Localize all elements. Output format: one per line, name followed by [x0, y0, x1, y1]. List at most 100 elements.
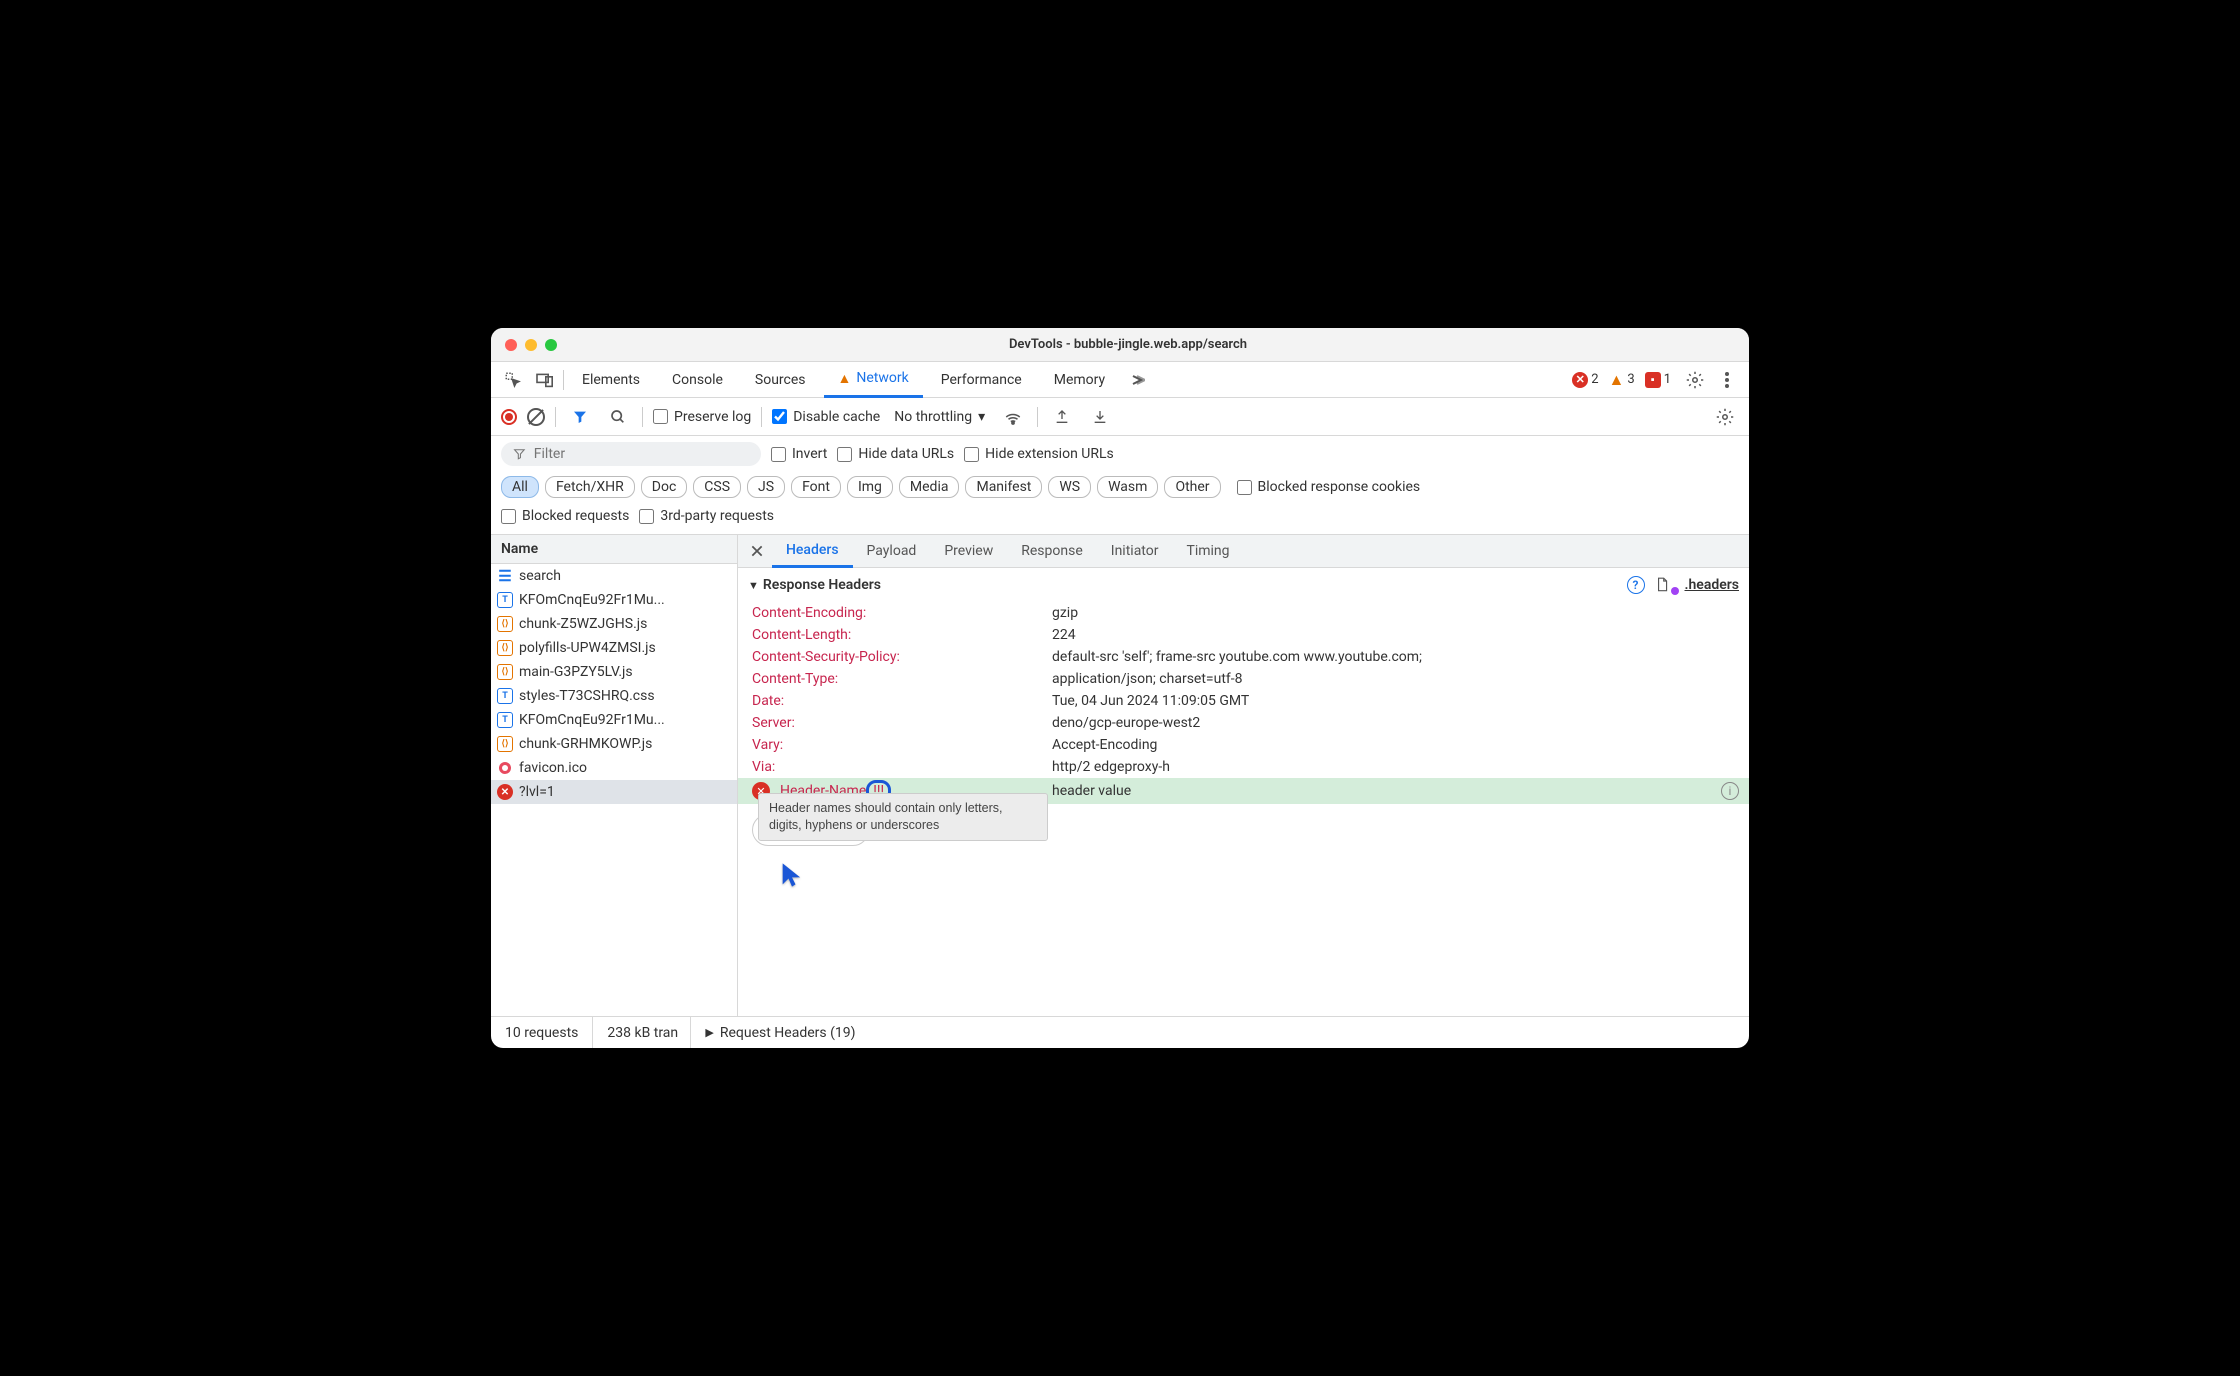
request-item[interactable]: ☰search — [491, 564, 737, 588]
network-toolbar: Preserve log Disable cache No throttling… — [491, 398, 1749, 436]
chevron-down-icon: ▾ — [978, 409, 985, 425]
third-party-checkbox[interactable]: 3rd-party requests — [639, 508, 774, 524]
record-button[interactable] — [501, 409, 517, 425]
filter-type-media[interactable]: Media — [899, 476, 960, 498]
issue-icon: ▪ — [1645, 372, 1661, 388]
error-icon: ✕ — [1572, 372, 1588, 388]
header-row: Server:deno/gcp-europe-west2 — [738, 712, 1749, 734]
filter-type-other[interactable]: Other — [1164, 476, 1220, 498]
filter-bar: Invert Hide data URLs Hide extension URL… — [491, 436, 1749, 535]
request-item[interactable]: ⟨⟩chunk-Z5WZJGHS.js — [491, 612, 737, 636]
header-row: Via:http/2 edgeproxy-h — [738, 756, 1749, 778]
settings-icon[interactable] — [1681, 366, 1709, 394]
preserve-log-checkbox[interactable]: Preserve log — [653, 409, 751, 425]
request-item[interactable]: ⟨⟩chunk-GRHMKOWP.js — [491, 732, 737, 756]
header-row: Content-Encoding:gzip — [738, 602, 1749, 624]
filter-type-all[interactable]: All — [501, 476, 539, 498]
content-tab-timing[interactable]: Timing — [1172, 535, 1243, 568]
close-window-button[interactable] — [505, 339, 517, 351]
status-bar: 10 requests 238 kB tran ▶ Request Header… — [491, 1016, 1749, 1048]
maximize-window-button[interactable] — [545, 339, 557, 351]
filter-input[interactable] — [501, 442, 761, 466]
headers-body: ▼ Response Headers ? .headers Content-En… — [738, 568, 1749, 1016]
close-details-icon[interactable] — [742, 537, 772, 565]
tab-performance[interactable]: Performance — [927, 362, 1036, 398]
titlebar: DevTools - bubble-jingle.web.app/search — [491, 328, 1749, 362]
expand-icon: ▼ — [748, 579, 759, 592]
content-tab-response[interactable]: Response — [1007, 535, 1097, 568]
filter-type-img[interactable]: Img — [847, 476, 893, 498]
warnings-badge[interactable]: ▲ 3 — [1609, 370, 1635, 390]
minimize-window-button[interactable] — [525, 339, 537, 351]
menu-icon[interactable] — [1713, 366, 1741, 394]
new-header-value[interactable]: header value — [1052, 783, 1131, 799]
status-requests: 10 requests — [491, 1017, 593, 1048]
window-title: DevTools - bubble-jingle.web.app/search — [557, 337, 1749, 352]
disable-cache-checkbox[interactable]: Disable cache — [772, 409, 880, 425]
request-sidebar: Name ☰searchTKFOmCnqEu92Fr1Mu...⟨⟩chunk-… — [491, 535, 738, 1016]
status-transfer: 238 kB tran — [593, 1017, 691, 1048]
hide-extension-urls-checkbox[interactable]: Hide extension URLs — [964, 446, 1114, 462]
help-icon[interactable]: ? — [1627, 576, 1645, 594]
blocked-cookies-checkbox[interactable]: Blocked response cookies — [1237, 479, 1421, 495]
filter-type-css[interactable]: CSS — [693, 476, 741, 498]
request-item[interactable]: TKFOmCnqEu92Fr1Mu... — [491, 708, 737, 732]
traffic-lights — [491, 339, 557, 351]
sidebar-column-name[interactable]: Name — [491, 535, 737, 564]
content-tab-initiator[interactable]: Initiator — [1097, 535, 1173, 568]
content-tab-payload[interactable]: Payload — [853, 535, 931, 568]
info-icon[interactable]: i — [1721, 782, 1739, 800]
tab-sources[interactable]: Sources — [741, 362, 820, 398]
header-row: Vary:Accept-Encoding — [738, 734, 1749, 756]
filter-type-js[interactable]: JS — [747, 476, 785, 498]
warning-icon: ▲ — [1609, 370, 1625, 390]
request-item[interactable]: TKFOmCnqEu92Fr1Mu... — [491, 588, 737, 612]
invert-checkbox[interactable]: Invert — [771, 446, 827, 462]
request-item[interactable]: Tstyles-T73CSHRQ.css — [491, 684, 737, 708]
issues-badge[interactable]: ▪ 1 — [1645, 372, 1671, 388]
filter-type-fetch-xhr[interactable]: Fetch/XHR — [545, 476, 635, 498]
header-row: Content-Length:224 — [738, 624, 1749, 646]
main-tabs: ElementsConsoleSources▲NetworkPerformanc… — [491, 362, 1749, 398]
filter-type-ws[interactable]: WS — [1048, 476, 1091, 498]
network-settings-icon[interactable] — [1711, 403, 1739, 431]
device-icon[interactable] — [531, 366, 559, 394]
hide-data-urls-checkbox[interactable]: Hide data URLs — [837, 446, 954, 462]
response-headers-section[interactable]: ▼ Response Headers ? .headers — [738, 568, 1749, 602]
filter-type-font[interactable]: Font — [791, 476, 841, 498]
content-tabs: HeadersPayloadPreviewResponseInitiatorTi… — [738, 535, 1749, 568]
tab-memory[interactable]: Memory — [1040, 362, 1119, 398]
tab-elements[interactable]: Elements — [568, 362, 654, 398]
filter-type-manifest[interactable]: Manifest — [965, 476, 1042, 498]
filter-type-wasm[interactable]: Wasm — [1097, 476, 1158, 498]
filter-type-doc[interactable]: Doc — [641, 476, 688, 498]
request-item[interactable]: ✕?lvl=1 — [491, 780, 737, 804]
errors-badge[interactable]: ✕ 2 — [1572, 372, 1598, 388]
header-row: Content-Security-Policy:default-src 'sel… — [738, 646, 1749, 668]
main-area: Name ☰searchTKFOmCnqEu92Fr1Mu...⟨⟩chunk-… — [491, 535, 1749, 1016]
cursor-annotation — [778, 861, 806, 889]
tab-console[interactable]: Console — [658, 362, 737, 398]
request-headers-section[interactable]: ▶ Request Headers (19) — [691, 1017, 1749, 1048]
inspect-icon[interactable] — [499, 366, 527, 394]
upload-icon[interactable] — [1048, 403, 1076, 431]
clear-button[interactable] — [527, 408, 545, 426]
header-row: Date:Tue, 04 Jun 2024 11:09:05 GMT — [738, 690, 1749, 712]
blocked-requests-checkbox[interactable]: Blocked requests — [501, 508, 629, 524]
network-conditions-icon[interactable] — [999, 403, 1027, 431]
content-tab-preview[interactable]: Preview — [930, 535, 1007, 568]
throttling-select[interactable]: No throttling ▾ — [890, 407, 989, 427]
content-tab-headers[interactable]: Headers — [772, 535, 853, 568]
filter-icon[interactable] — [566, 403, 594, 431]
request-item[interactable]: favicon.ico — [491, 756, 737, 780]
search-icon[interactable] — [604, 403, 632, 431]
tab-network[interactable]: ▲Network — [824, 362, 923, 398]
validation-tooltip: Header names should contain only letters… — [758, 793, 1048, 841]
request-item[interactable]: ⟨⟩main-G3PZY5LV.js — [491, 660, 737, 684]
download-icon[interactable] — [1086, 403, 1114, 431]
request-item[interactable]: ⟨⟩polyfills-UPW4ZMSI.js — [491, 636, 737, 660]
more-tabs-icon[interactable] — [1123, 366, 1151, 394]
request-details: HeadersPayloadPreviewResponseInitiatorTi… — [738, 535, 1749, 1016]
headers-file-link[interactable]: .headers — [1655, 577, 1740, 593]
devtools-window: DevTools - bubble-jingle.web.app/search … — [491, 328, 1749, 1048]
